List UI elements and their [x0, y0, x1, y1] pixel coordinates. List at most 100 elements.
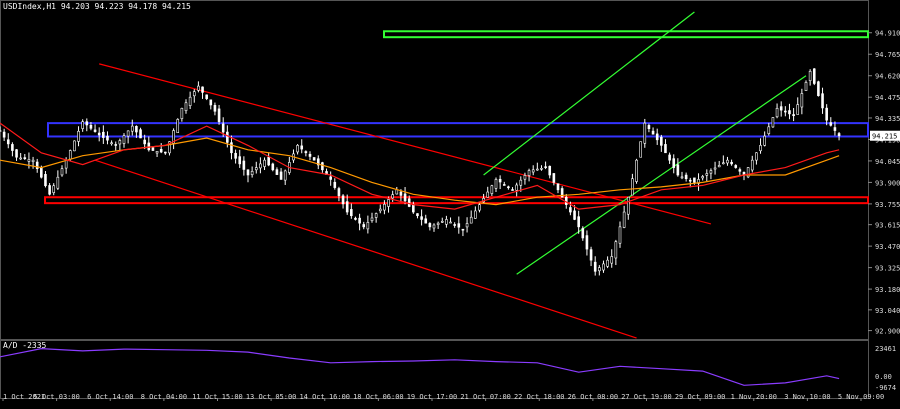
y-tick-label: 93.325	[875, 265, 900, 273]
main-grid	[0, 0, 869, 399]
ad-layer	[0, 347, 840, 386]
candle-body	[825, 107, 828, 121]
candle-body	[0, 130, 2, 132]
y-tick-label: 92.900	[875, 328, 900, 336]
candle-body	[114, 144, 118, 146]
y-tick-label: 94.045	[875, 158, 900, 166]
candle-body	[722, 162, 725, 165]
current-price-label: 94.215	[872, 133, 897, 141]
candle-body	[812, 68, 816, 84]
candle-body	[610, 256, 614, 264]
price-layer	[0, 68, 841, 276]
candle-body	[643, 122, 647, 144]
candle-body	[184, 102, 188, 111]
candle-body	[345, 201, 349, 213]
candle-body	[680, 176, 684, 179]
candle-body	[56, 176, 60, 189]
candle-body	[118, 140, 122, 145]
candle-body	[709, 170, 713, 174]
candle-body	[81, 121, 84, 129]
candle-body	[213, 105, 217, 112]
candle-body	[420, 216, 423, 220]
candle-body	[808, 70, 812, 81]
candle-body	[738, 169, 742, 172]
candle-body	[486, 191, 490, 198]
candle-body	[416, 213, 419, 217]
x-tick-label: 29 Oct 09:00	[675, 393, 726, 401]
candle-body	[540, 168, 543, 170]
candle-body	[511, 189, 514, 191]
candle-body	[796, 104, 800, 115]
candle-body	[180, 108, 184, 119]
candle-body	[275, 169, 279, 175]
candle-body	[126, 130, 130, 137]
candle-body	[606, 259, 609, 267]
candle-body	[461, 228, 465, 231]
candle-body	[296, 145, 299, 153]
candle-body	[147, 142, 151, 151]
candle-body	[598, 267, 601, 272]
candle-body	[267, 156, 270, 166]
candle-body	[259, 163, 262, 169]
candle-body	[705, 173, 709, 176]
candle-body	[387, 199, 390, 207]
candle-body	[407, 198, 411, 207]
candle-body	[589, 249, 593, 261]
y-tick-label: 93.180	[875, 286, 900, 294]
candle-body	[556, 183, 560, 191]
candle-body	[159, 149, 163, 153]
tab-strip[interactable]	[0, 404, 900, 409]
candle-body	[44, 174, 47, 187]
candle-body	[771, 117, 775, 128]
candle-body	[77, 130, 80, 142]
candle-body	[655, 133, 659, 141]
candle-body	[230, 142, 233, 154]
candle-body	[436, 222, 440, 225]
candle-body	[391, 194, 394, 199]
y-tick-label: 94.765	[875, 51, 900, 59]
x-tick-label: 1 Nov 20:00	[731, 393, 777, 401]
y-tick-label: 94.335	[875, 115, 900, 123]
y-tick-label: 93.900	[875, 179, 900, 187]
candle-body	[102, 131, 105, 138]
indicator-header: A/D -2335	[3, 341, 46, 350]
candle-body	[135, 125, 138, 133]
candle-body	[217, 108, 221, 122]
candle-body	[664, 144, 667, 154]
y-tick-label: 94.475	[875, 94, 900, 102]
candle-body	[577, 216, 580, 228]
candle-body	[800, 93, 804, 108]
candle-body	[205, 94, 208, 99]
candle-body	[833, 127, 837, 131]
candle-body	[469, 216, 473, 224]
candle-body	[784, 110, 787, 113]
x-tick-label: 5 Oct 03:00	[33, 393, 79, 401]
x-tick-label: 19 Oct 17:00	[407, 393, 458, 401]
candle-body	[531, 169, 535, 173]
candle-body	[19, 157, 22, 160]
candle-body	[569, 207, 572, 213]
candle-body	[647, 125, 651, 129]
y-tick-label: 93.470	[875, 243, 900, 251]
candle-body	[151, 147, 155, 151]
candle-body	[701, 176, 704, 179]
candle-body	[333, 181, 337, 188]
candle-body	[519, 179, 523, 186]
candle-body	[238, 156, 242, 165]
y-tick-label: 94.910	[875, 30, 900, 38]
candle-body	[85, 121, 89, 126]
candle-body	[73, 140, 76, 152]
candle-body	[89, 124, 93, 129]
candle-body	[155, 150, 159, 154]
target-zone	[383, 30, 869, 39]
y-tick-label: 93.615	[875, 222, 900, 230]
candle-body	[271, 163, 275, 171]
candle-body	[829, 122, 833, 126]
candle-body	[304, 151, 308, 154]
candle-body	[474, 210, 477, 219]
y-tick-label: 93.040	[875, 307, 900, 315]
candle-body	[60, 168, 64, 176]
candle-body	[23, 157, 27, 160]
candle-body	[139, 129, 142, 139]
candle-body	[502, 184, 506, 186]
